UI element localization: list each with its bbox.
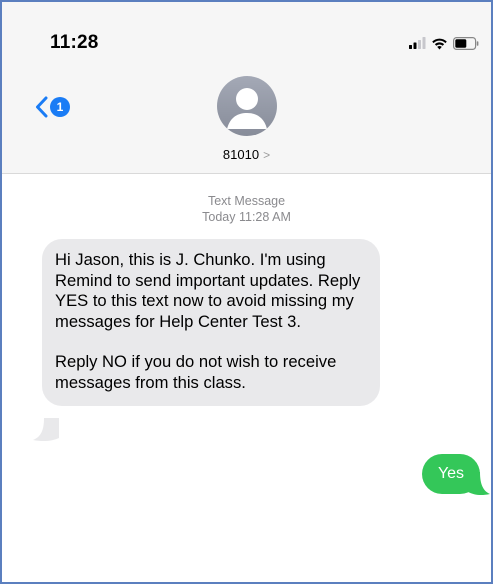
outgoing-message-text: Yes (437, 465, 465, 482)
message-meta: Text Message Today 11:28 AM (2, 193, 491, 225)
outgoing-message-bubble[interactable]: Yes (422, 454, 480, 494)
service-label: Text Message (207, 194, 286, 208)
contact-avatar (216, 76, 277, 136)
messages-screen: 11:28 1 81010 > Text Message Today 11:28… (0, 0, 493, 584)
wifi-icon (432, 38, 447, 49)
message-timestamp: Today 11:28 AM (202, 210, 291, 224)
contact-name: 81010 (222, 147, 260, 162)
battery-icon (453, 36, 479, 50)
status-time: 11:28 (50, 32, 99, 53)
conversation-header: 11:28 1 81010 > (2, 2, 491, 174)
chevron-right-icon: > (263, 147, 271, 162)
message-paragraph: Hi Jason, this is J. Chunko. I'm using R… (55, 250, 361, 331)
signal-icon (409, 37, 426, 49)
person-icon (226, 88, 267, 129)
contact-info[interactable]: 81010 > (2, 76, 491, 162)
incoming-message-bubble[interactable]: Hi Jason, this is J. Chunko. I'm using R… (42, 239, 380, 406)
incoming-bubble-tail (33, 418, 59, 442)
message-paragraph: Reply NO if you do not wish to receive m… (55, 352, 337, 392)
contact-name-row[interactable]: 81010 > (223, 147, 270, 162)
status-icons (409, 35, 479, 51)
